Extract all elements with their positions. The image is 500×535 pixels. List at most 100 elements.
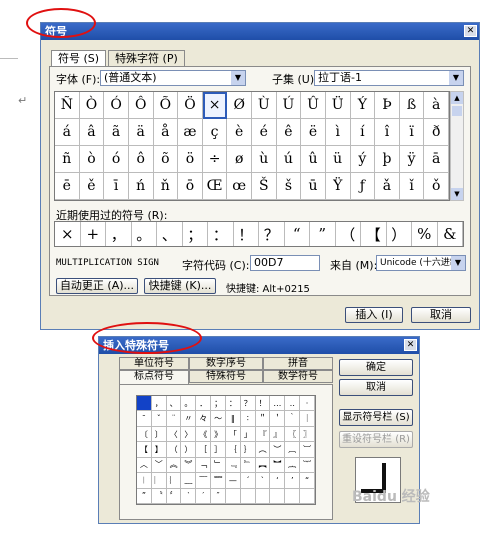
symbol-cell[interactable]: è xyxy=(227,119,252,146)
special-symbol-cell[interactable]: ︴ xyxy=(166,473,182,489)
recent-symbol-cell[interactable]: 。 xyxy=(132,222,157,246)
symbol-cell[interactable]: Ö xyxy=(178,92,203,119)
cancel-button[interactable]: 取消 xyxy=(411,307,471,323)
insert-button[interactable]: 插入 (I) xyxy=(345,307,403,323)
special-symbol-cell[interactable]: 〃 xyxy=(181,411,197,427)
symbol-cell[interactable]: ð xyxy=(424,119,449,146)
symbol-cell[interactable]: Ý xyxy=(350,92,376,119)
recent-symbol-cell[interactable]: ” xyxy=(310,222,336,246)
reset-symbol-bar-button[interactable]: 重设符号栏 (R) xyxy=(339,431,413,448)
close-icon[interactable]: ✕ xyxy=(404,339,417,351)
symbol-cell[interactable]: æ xyxy=(178,119,203,146)
symbol-cell[interactable]: û xyxy=(301,146,326,173)
recent-symbol-cell[interactable]: 、 xyxy=(157,222,183,246)
subset-select[interactable]: 拉丁语-1 ▼ xyxy=(314,70,464,86)
special-symbol-cell[interactable]: 「 xyxy=(225,426,241,443)
special-symbol-cell[interactable]: ﹌ xyxy=(211,473,226,489)
special-symbol-cell[interactable]: … xyxy=(270,396,286,412)
special-symbol-cell[interactable]: ︱ xyxy=(137,473,152,489)
symbol-cell[interactable]: Ú xyxy=(276,92,302,119)
special-symbol-cell[interactable]: ﹄ xyxy=(240,457,256,474)
special-symbol-cell[interactable]: 〗 xyxy=(300,426,315,443)
special-symbol-cell[interactable]: 、 xyxy=(166,396,182,412)
special-symbol-cell[interactable] xyxy=(225,488,241,504)
special-symbol-cell[interactable]: ﹁ xyxy=(196,457,212,474)
symbol-cell[interactable]: ň xyxy=(153,173,179,200)
special-symbol-cell[interactable]: ﹏ xyxy=(181,473,197,489)
recent-symbol-cell[interactable]: ： xyxy=(208,222,234,246)
special-symbol-cell[interactable]: ’ xyxy=(285,473,301,489)
symbol-cell[interactable]: ō xyxy=(178,173,203,200)
special-symbol-cell[interactable]: ′ xyxy=(196,488,212,504)
symbol-cell[interactable]: ù xyxy=(252,146,277,173)
special-symbol-cell[interactable]: “ xyxy=(300,473,315,489)
special-symbol-cell[interactable]: ？ xyxy=(240,396,256,412)
symbol-cell[interactable]: Þ xyxy=(375,92,400,119)
special-symbol-cell[interactable]: ︺ xyxy=(300,442,315,458)
special-symbol-cell[interactable]: 『 xyxy=(255,426,271,443)
special-symbol-cell[interactable]: 〔 xyxy=(137,426,152,443)
special-symbol-cell[interactable] xyxy=(285,488,301,504)
special-symbol-cell[interactable]: ˉ xyxy=(137,411,152,427)
scroll-up-icon[interactable]: ▲ xyxy=(451,92,463,104)
special-symbol-cell[interactable]: — xyxy=(225,473,241,489)
tab-math-symbols[interactable]: 数学符号 xyxy=(263,370,333,383)
symbol-cell[interactable]: œ xyxy=(227,173,252,200)
symbol-cell[interactable]: ü xyxy=(325,146,351,173)
special-symbol-cell[interactable]: ， xyxy=(151,396,167,412)
symbol-cell[interactable]: ƒ xyxy=(350,173,376,200)
symbol-cell[interactable]: á xyxy=(55,119,80,146)
symbol-cell[interactable]: à xyxy=(424,92,449,119)
special-symbol-cell[interactable]: ﹋ xyxy=(196,473,212,489)
close-icon[interactable]: ✕ xyxy=(464,25,477,37)
recent-symbol-cell[interactable]: % xyxy=(412,222,438,246)
chevron-down-icon[interactable]: ▼ xyxy=(449,71,463,85)
symbol-cell[interactable]: Û xyxy=(301,92,326,119)
special-symbol-cell[interactable]: ︳ xyxy=(151,473,167,489)
special-symbol-cell[interactable] xyxy=(300,488,315,504)
symbol-cell[interactable]: × xyxy=(202,92,228,119)
recent-symbol-cell[interactable]: + xyxy=(81,222,106,246)
special-symbol-cell[interactable]: ！ xyxy=(255,396,271,412)
special-symbol-cell[interactable]: 〝 xyxy=(151,488,167,504)
special-symbol-cell[interactable]: ︶ xyxy=(270,442,286,458)
tab-special-symbols[interactable]: 特殊符号 xyxy=(189,370,263,383)
special-symbol-cell[interactable]: ˇ xyxy=(151,411,167,427)
scroll-down-icon[interactable]: ▼ xyxy=(451,188,463,200)
special-symbol-cell[interactable]: ﹀ xyxy=(151,457,167,474)
symbol-cell[interactable]: š xyxy=(276,173,302,200)
special-symbol-cell[interactable]: ” xyxy=(137,488,152,504)
special-symbol-cell[interactable]: ］ xyxy=(211,442,226,458)
cancel-button[interactable]: 取消 xyxy=(339,379,413,396)
special-symbol-cell[interactable]: 〉 xyxy=(181,426,197,443)
symbol-cell[interactable]: ě xyxy=(79,173,105,200)
special-symbol-cell[interactable]: ︵ xyxy=(255,442,271,458)
special-symbol-cell[interactable]: ″ xyxy=(211,488,226,504)
symbol-cell[interactable]: ÿ xyxy=(399,146,425,173)
special-symbol-cell[interactable]: ： xyxy=(225,396,241,412)
symbol-cell[interactable]: Ù xyxy=(252,92,277,119)
special-symbol-cell[interactable]: ¨ xyxy=(166,411,182,427)
symbol-cell[interactable]: Ó xyxy=(104,92,129,119)
scrollbar-thumb[interactable] xyxy=(452,106,462,116)
recent-symbol-cell[interactable]: ！ xyxy=(234,222,259,246)
special-symbol-cell[interactable]: 」 xyxy=(240,426,256,443)
symbol-cell[interactable]: Š xyxy=(252,173,277,200)
special-symbol-cell[interactable]: ˊ xyxy=(240,473,256,489)
ok-button[interactable]: 确定 xyxy=(339,359,413,376)
special-symbol-cell[interactable]: ） xyxy=(181,442,197,458)
special-symbol-cell[interactable]: 〖 xyxy=(285,426,301,443)
symbol-cell[interactable]: ÷ xyxy=(202,146,228,173)
symbol-cell[interactable]: ä xyxy=(128,119,154,146)
special-symbol-cell[interactable]: 》 xyxy=(211,426,226,443)
special-symbol-cell[interactable]: ～ xyxy=(211,411,226,427)
special-symbol-cell[interactable]: （ xyxy=(166,442,182,458)
recent-symbol-cell[interactable]: ， xyxy=(106,222,132,246)
symbol-cell[interactable]: ā xyxy=(424,146,449,173)
symbol-cell[interactable]: ē xyxy=(55,173,80,200)
symbol-cell[interactable]: Œ xyxy=(202,173,228,200)
chevron-down-icon[interactable]: ▼ xyxy=(231,71,245,85)
symbol-cell[interactable]: í xyxy=(350,119,376,146)
recent-symbol-cell[interactable]: ） xyxy=(387,222,412,246)
show-symbol-bar-button[interactable]: 显示符号栏 (S) xyxy=(339,409,413,426)
